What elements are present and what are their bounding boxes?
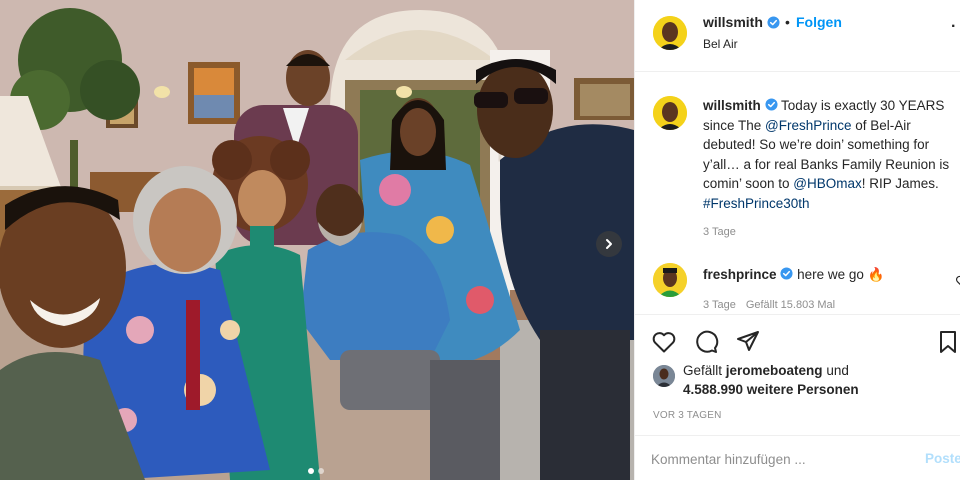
post-location[interactable]: Bel Air [703,37,738,51]
carousel-indicator [308,468,324,474]
paper-plane-icon[interactable] [735,329,761,355]
comment-input[interactable] [651,446,911,472]
author-username[interactable]: willsmith [703,14,780,30]
post-photo[interactable] [0,0,634,480]
mention-link[interactable]: @HBOmax [793,176,861,191]
carousel-dot-active [308,468,314,474]
more-options-icon[interactable]: · [951,18,956,36]
caption-timestamp[interactable]: 3 Tage [703,226,736,238]
heart-outline-icon[interactable] [955,274,960,288]
likes-line: Gefällt jeromeboateng und [683,363,849,378]
verified-badge-icon [780,267,793,280]
avatar-freshprince [653,263,687,297]
likes-count[interactable]: 4.588.990 weitere Personen [683,382,859,397]
comment-text: freshprince here we go 🔥 [703,267,884,283]
carousel-dot [318,468,324,474]
caption-username[interactable]: willsmith [703,98,761,113]
heart-icon[interactable] [651,329,677,355]
post-comment-button[interactable]: Posten [925,451,960,466]
liker-avatar[interactable] [653,365,675,387]
comment-body: here we go 🔥 [797,267,885,282]
post-timestamp[interactable]: VOR 3 TAGEN [653,410,722,421]
caption-body: ! RIP James. [861,176,939,191]
post-actions-panel: Gefällt jeromeboateng und 4.588.990 weit… [635,314,960,480]
author-username-text[interactable]: willsmith [703,14,763,30]
caption-avatar[interactable] [653,96,687,130]
carousel-next-button[interactable] [596,231,622,257]
instagram-post: willsmith • Folgen Bel Air · willsmith T… [0,0,960,480]
verified-badge-icon [767,15,780,29]
avatar-willsmith [653,16,687,50]
post-sidebar: willsmith • Folgen Bel Air · willsmith T… [634,0,960,480]
commenter-username[interactable]: freshprince [703,267,777,282]
header-separator: • [785,14,790,30]
avatar-willsmith [653,96,687,130]
caption-text: willsmith Today is exactly 30 YEARS sinc… [703,96,960,213]
group-selfie-photo [0,0,634,480]
commenter-avatar[interactable] [653,263,687,297]
chevron-right-icon [606,239,612,249]
add-comment-bar: Posten [635,435,960,480]
post-header: willsmith • Folgen Bel Air · [635,0,960,72]
comment-meta: 3 Tage Gefällt 15.803 Mal [703,299,835,311]
likes-suffix: und [822,363,849,378]
verified-badge-icon [764,98,778,111]
mention-link[interactable]: @FreshPrince [765,118,851,133]
avatar-jeromeboateng [653,365,675,387]
hashtag-link[interactable]: #FreshPrince30th [703,196,810,211]
follow-button[interactable]: Folgen [796,14,842,30]
comment-bubble-icon[interactable] [693,329,719,355]
comment-like-count[interactable]: Gefällt 15.803 Mal [746,299,835,311]
bookmark-icon[interactable] [935,329,960,355]
likes-prefix: Gefällt [683,363,726,378]
comment-timestamp[interactable]: 3 Tage [703,299,736,311]
author-avatar[interactable] [653,16,687,50]
liker-username[interactable]: jeromeboateng [726,363,823,378]
